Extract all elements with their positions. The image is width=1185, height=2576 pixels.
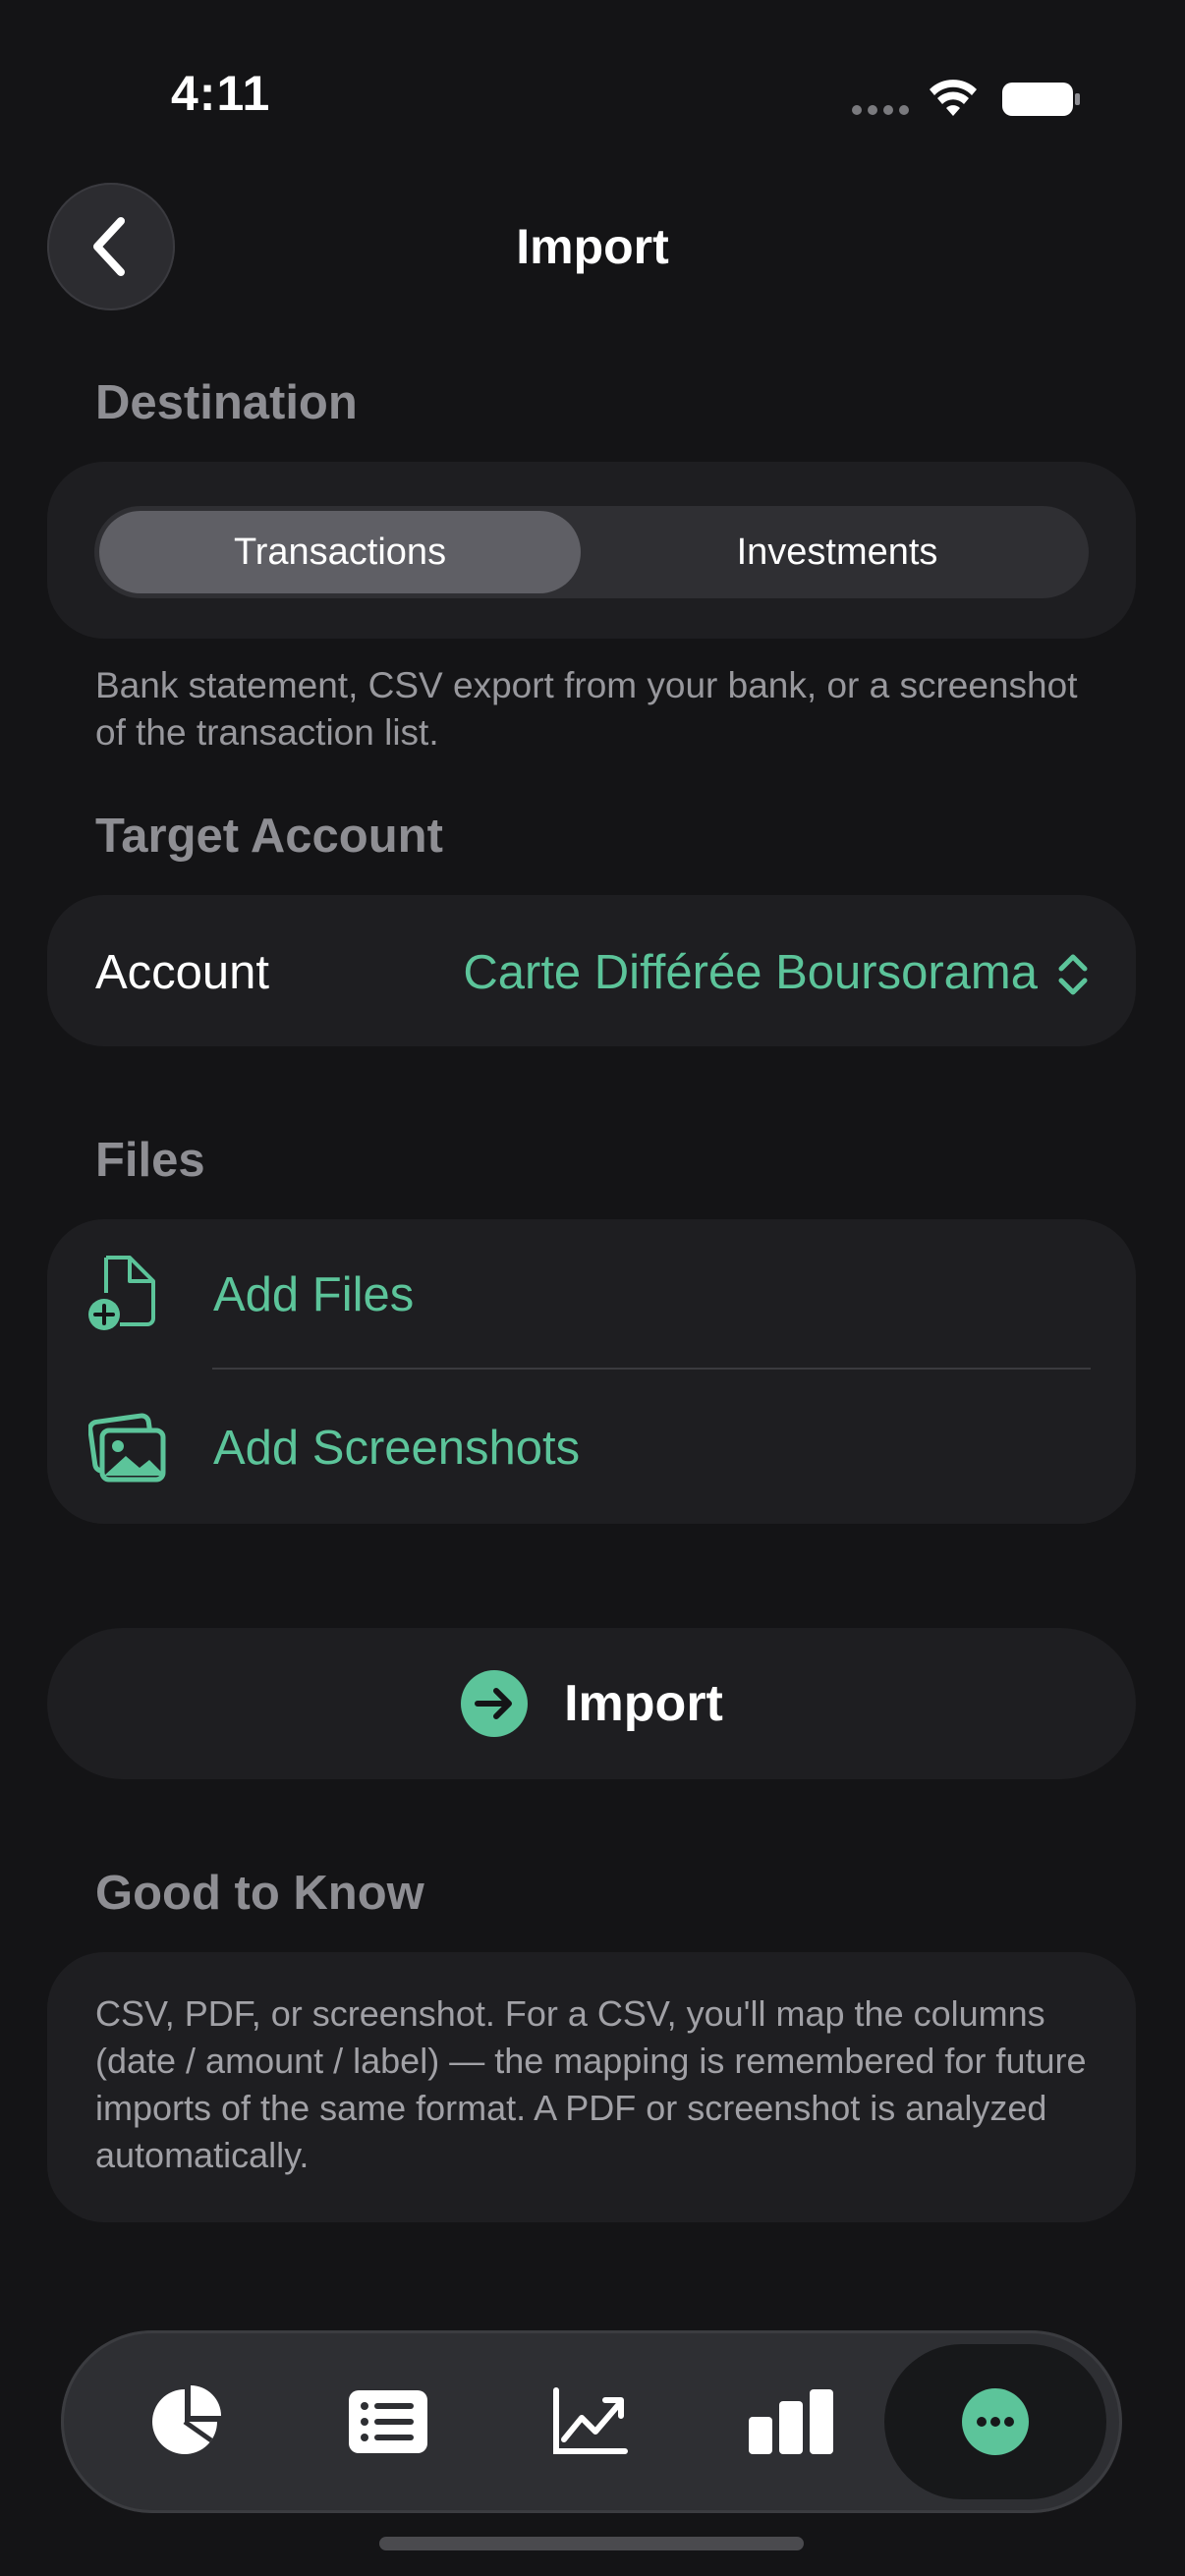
- battery-icon: [1002, 83, 1080, 116]
- destination-segmented-control: Transactions Investments: [94, 506, 1089, 598]
- target-account-label: Target Account: [95, 810, 443, 863]
- wifi-icon: [930, 80, 977, 116]
- chevron-up-down-icon[interactable]: [1051, 947, 1095, 1002]
- page-title: Import: [516, 219, 669, 274]
- tab-transactions[interactable]: [326, 2360, 450, 2484]
- status-time: 4:11: [171, 66, 271, 121]
- arrow-right-circle-icon: [461, 1670, 529, 1737]
- tab-trends[interactable]: [528, 2360, 651, 2484]
- files-label: Files: [95, 1134, 205, 1187]
- tab-overview[interactable]: [123, 2360, 247, 2484]
- destination-label: Destination: [95, 376, 358, 429]
- add-screenshots-row[interactable]: [47, 1370, 1136, 1524]
- add-screenshots-label: Add Screenshots: [213, 1422, 581, 1475]
- good-to-know-label: Good to Know: [95, 1867, 424, 1920]
- add-files-label: Add Files: [213, 1268, 415, 1321]
- segment-investments[interactable]: Investments: [591, 511, 1084, 593]
- tab-statistics[interactable]: [729, 2360, 853, 2484]
- tab-more[interactable]: [933, 2360, 1057, 2484]
- bar-chart-icon: [749, 2389, 833, 2454]
- account-picker-value[interactable]: Carte Différée Boursorama: [463, 945, 1038, 1000]
- list-icon: [349, 2390, 427, 2453]
- pie-chart-icon: [152, 2385, 221, 2454]
- trend-chart-icon: [553, 2387, 628, 2454]
- import-button-label: Import: [564, 1675, 723, 1732]
- good-to-know-text: CSV, PDF, or screenshot. For a CSV, you'…: [95, 1993, 1087, 2175]
- add-file-icon: [88, 1256, 155, 1330]
- signal-dots-icon: [852, 105, 909, 115]
- more-icon: [962, 2388, 1029, 2455]
- photos-icon: [88, 1413, 166, 1483]
- import-button[interactable]: Import: [47, 1628, 1136, 1779]
- segment-transactions[interactable]: Transactions: [99, 511, 581, 593]
- tab-bar: [61, 2330, 1122, 2513]
- account-field-label: Account: [95, 946, 270, 999]
- home-indicator: [379, 2537, 804, 2550]
- destination-caption: Bank statement, CSV export from your ban…: [95, 665, 1078, 753]
- status-icons: [852, 80, 1080, 116]
- add-files-row[interactable]: [47, 1219, 1136, 1367]
